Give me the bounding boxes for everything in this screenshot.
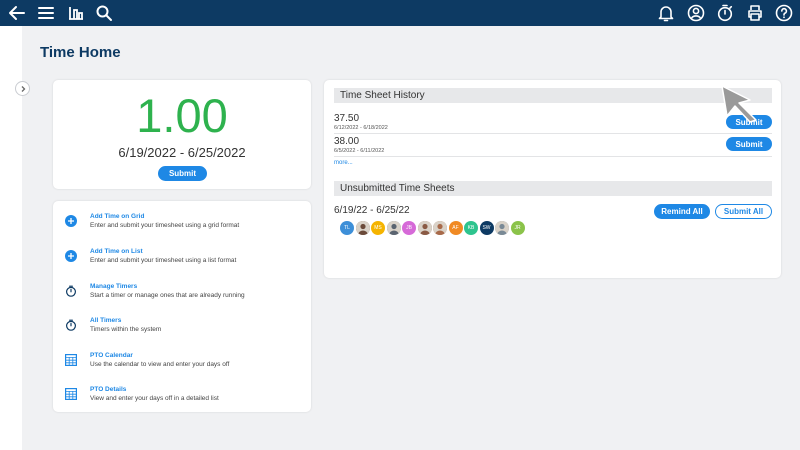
action-description: Enter and submit your timesheet using a … — [90, 222, 240, 229]
history-row: 37.50 6/12/2022 - 6/18/2022 — [334, 113, 772, 135]
stopwatch-icon — [65, 285, 77, 297]
page-title: Time Home — [40, 44, 121, 61]
action-description: View and enter your days off in a detail… — [90, 395, 219, 402]
calendar-icon — [65, 388, 77, 400]
history-header: Time Sheet History — [334, 88, 772, 103]
history-range: 6/12/2022 - 6/18/2022 — [334, 125, 388, 131]
person-photo-icon — [355, 221, 370, 235]
action-add-time-grid[interactable]: Add Time on Grid Enter and submit your t… — [63, 213, 303, 237]
print-icon[interactable] — [745, 3, 765, 23]
action-title: PTO Calendar — [90, 352, 133, 359]
timesheets-card: Time Sheet History 37.50 6/12/2022 - 6/1… — [324, 80, 781, 278]
action-description: Start a timer or manage ones that are al… — [90, 292, 245, 299]
person-photo-icon — [495, 221, 509, 235]
action-pto-calendar[interactable]: PTO Calendar Use the calendar to view an… — [63, 352, 303, 376]
current-range: 6/19/2022 - 6/25/2022 — [118, 145, 246, 160]
action-description: Timers within the system — [90, 326, 162, 333]
unsubmitted-range: 6/19/22 - 6/25/22 — [334, 205, 410, 216]
employee-avatar[interactable]: JB — [402, 221, 416, 235]
action-title: Add Time on List — [90, 248, 143, 255]
employee-avatar[interactable]: TL — [340, 221, 354, 235]
employee-avatar[interactable] — [355, 221, 370, 235]
action-title: Add Time on Grid — [90, 213, 145, 220]
avatar-initials: SW — [482, 225, 491, 231]
action-pto-details[interactable]: PTO Details View and enter your days off… — [63, 386, 303, 410]
row-divider — [334, 133, 772, 134]
person-photo-icon — [386, 221, 401, 235]
employee-avatar[interactable] — [495, 221, 509, 235]
history-row: 38.00 6/5/2022 - 6/11/2022 — [334, 136, 772, 158]
current-hours: 1.00 — [136, 89, 228, 142]
current-week-card: 1.00 6/19/2022 - 6/25/2022 Submit — [53, 80, 311, 189]
history-submit-button[interactable]: Submit — [726, 137, 772, 151]
chevron-right-icon — [21, 85, 25, 92]
action-title: PTO Details — [90, 386, 127, 393]
person-photo-icon — [433, 221, 447, 235]
expand-sidebar-button[interactable] — [15, 81, 30, 96]
menu-icon[interactable] — [36, 3, 56, 23]
history-hours: 38.00 — [334, 136, 360, 147]
employee-avatar[interactable]: AF — [448, 221, 463, 235]
action-title: Manage Timers — [90, 283, 138, 290]
unsubmitted-header: Unsubmitted Time Sheets — [334, 181, 772, 196]
help-icon[interactable] — [774, 3, 794, 23]
employee-avatar[interactable]: SW — [479, 221, 494, 235]
stopwatch-icon — [65, 319, 77, 331]
employee-avatar[interactable] — [433, 221, 447, 235]
employee-avatar[interactable] — [386, 221, 401, 235]
remind-all-button[interactable]: Remind All — [654, 204, 710, 219]
bell-icon[interactable] — [656, 3, 676, 23]
action-title: All Timers — [90, 317, 122, 324]
action-description: Enter and submit your timesheet using a … — [90, 257, 237, 264]
search-icon[interactable] — [94, 3, 114, 23]
employee-avatar[interactable]: JR — [510, 221, 525, 235]
calendar-icon — [65, 354, 77, 366]
action-description: Use the calendar to view and enter your … — [90, 361, 230, 368]
avatar-initials: TL — [344, 225, 350, 231]
employee-avatar[interactable]: MS — [371, 221, 385, 235]
reports-icon[interactable] — [66, 3, 86, 23]
action-all-timers[interactable]: All Timers Timers within the system — [63, 317, 303, 341]
avatar-initials: JB — [406, 225, 412, 231]
submit-current-button[interactable]: Submit — [158, 166, 207, 181]
history-more-link[interactable]: more... — [334, 160, 353, 166]
avatar-initials: KB — [467, 225, 475, 231]
row-divider — [334, 156, 772, 157]
avatar-initials: AF — [452, 225, 459, 231]
back-arrow-icon[interactable] — [7, 3, 27, 23]
employee-avatar[interactable] — [417, 221, 432, 235]
avatar-initials: MS — [374, 225, 382, 231]
action-manage-timers[interactable]: Manage Timers Start a timer or manage on… — [63, 283, 303, 307]
avatar-initials: JR — [514, 225, 521, 231]
user-icon[interactable] — [686, 3, 706, 23]
submit-all-button[interactable]: Submit All — [715, 204, 772, 219]
plus-circle-icon — [65, 215, 77, 227]
person-photo-icon — [417, 221, 432, 235]
action-add-time-list[interactable]: Add Time on List Enter and submit your t… — [63, 248, 303, 272]
plus-circle-icon — [65, 250, 77, 262]
history-submit-button[interactable]: Submit — [726, 115, 772, 129]
employee-avatar[interactable]: KB — [464, 221, 478, 235]
top-toolbar — [0, 0, 800, 26]
history-range: 6/5/2022 - 6/11/2022 — [334, 148, 385, 154]
timer-icon[interactable] — [715, 3, 735, 23]
history-hours: 37.50 — [334, 113, 360, 124]
actions-card: Add Time on Grid Enter and submit your t… — [53, 201, 311, 412]
